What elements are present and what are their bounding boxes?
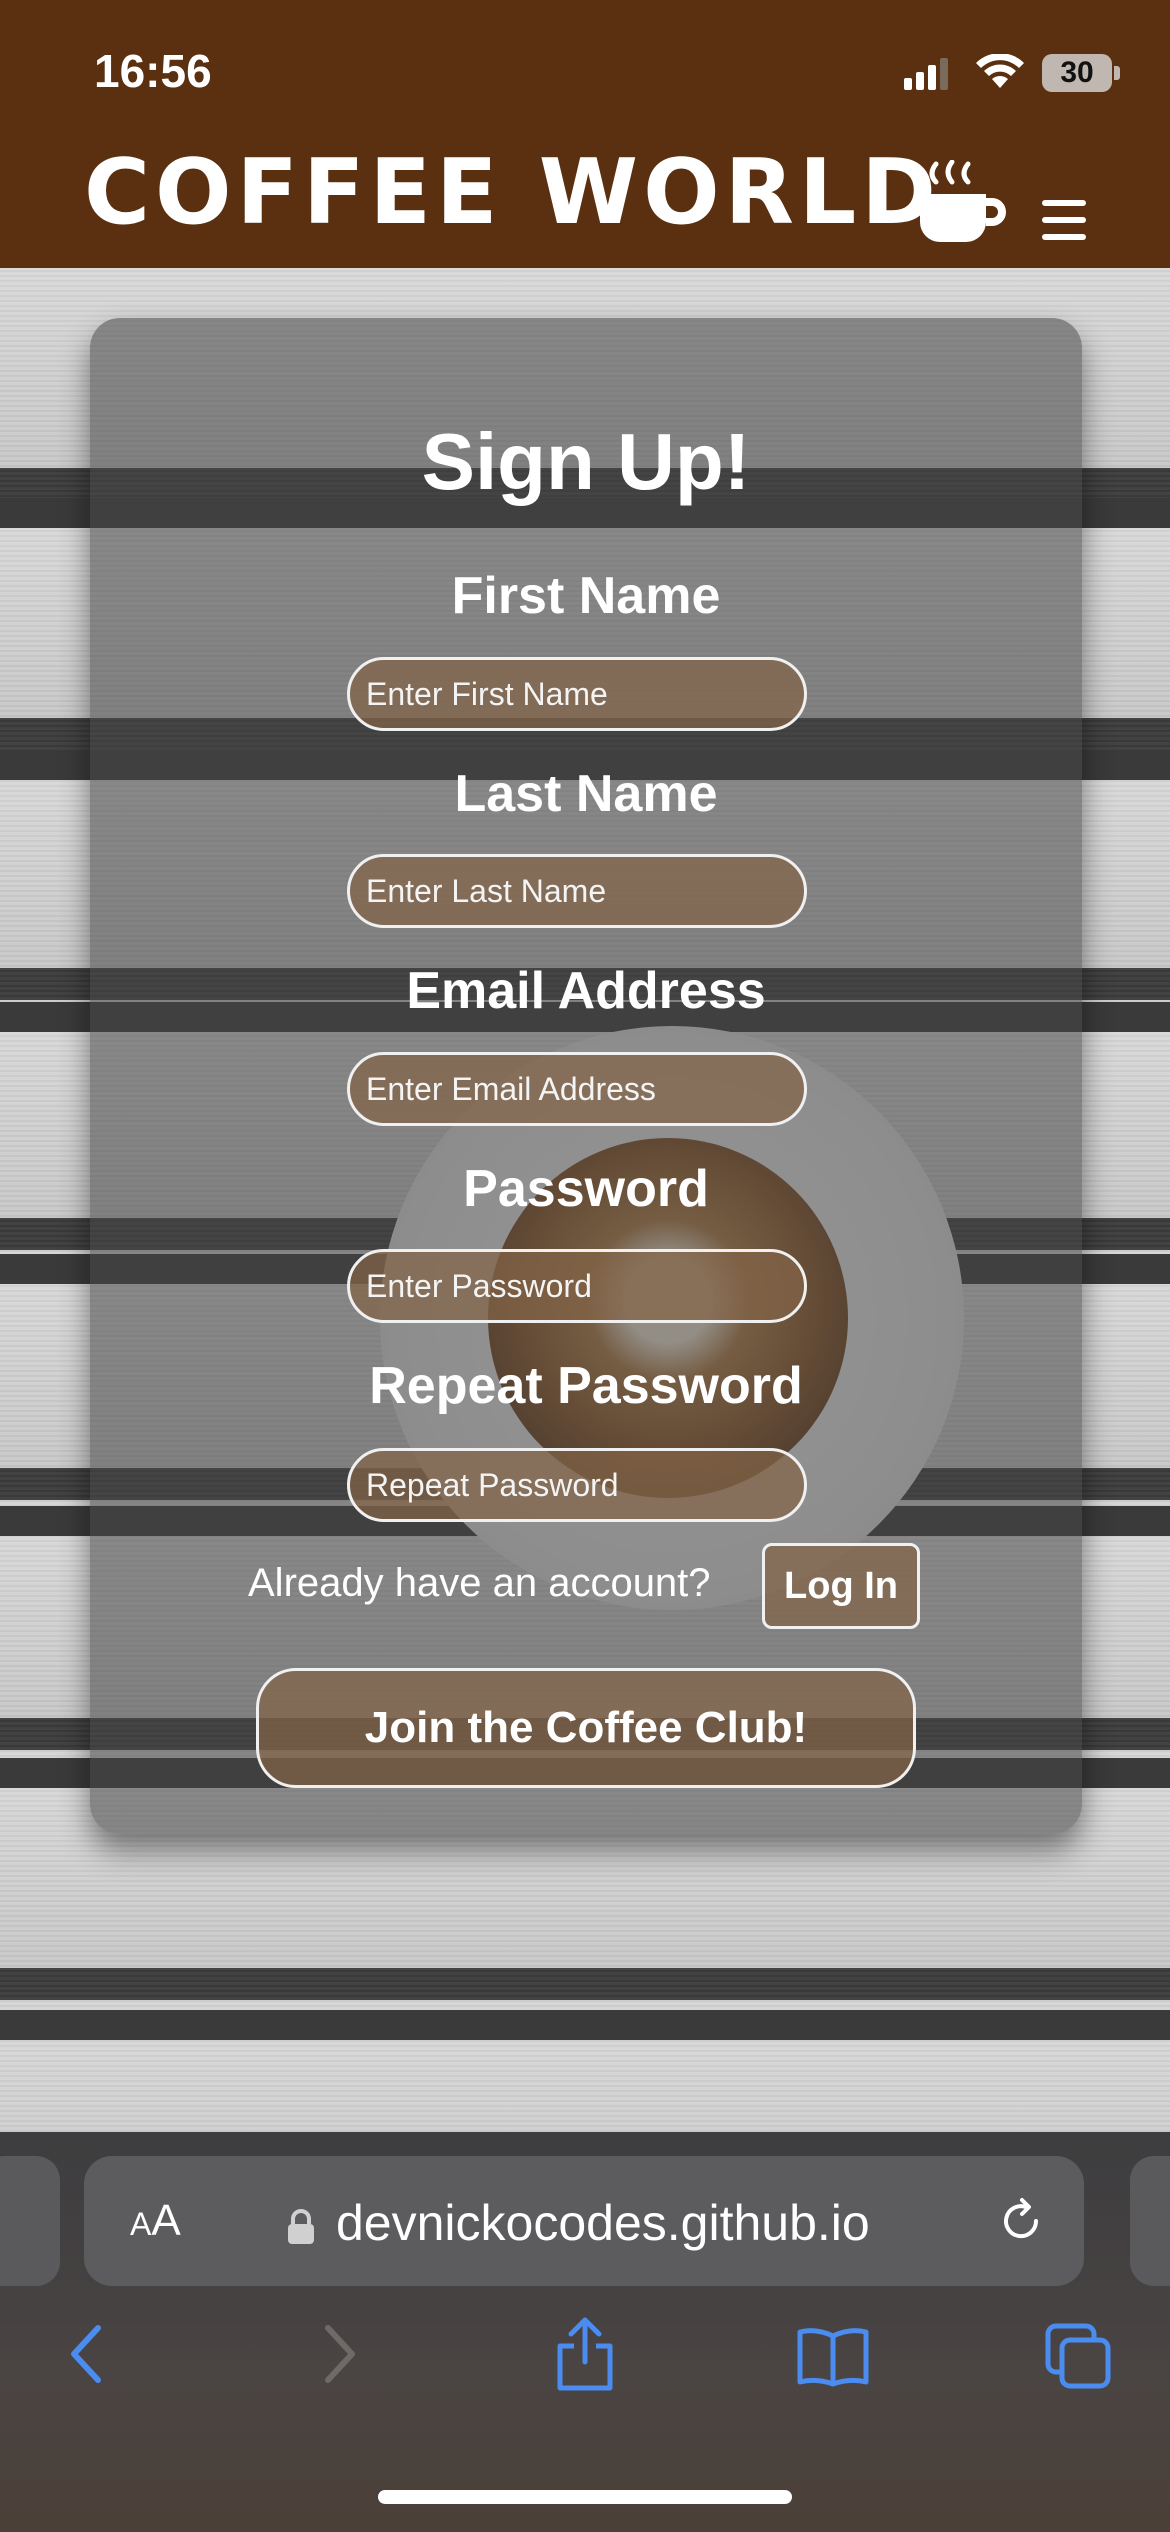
next-tab-preview[interactable] — [1130, 2156, 1170, 2286]
home-indicator — [378, 2490, 792, 2504]
address-bar[interactable]: AA devnickocodes.github.io — [84, 2156, 1084, 2286]
coffee-cup-icon — [920, 160, 1006, 242]
reload-icon[interactable] — [996, 2196, 1046, 2246]
reader-aa-small: A — [130, 2206, 152, 2242]
battery-tip — [1114, 66, 1120, 80]
brand-title[interactable]: COFFEE WORLD — [84, 148, 941, 238]
site-header: 16:56 30 COFFEE WORLD — [0, 0, 1170, 268]
password-input[interactable] — [347, 1249, 807, 1323]
signup-card: Sign Up! First Name Last Name Email Addr… — [90, 318, 1082, 1834]
browser-toolbar: AA devnickocodes.github.io — [0, 2132, 1170, 2532]
last-name-label: Last Name — [454, 765, 718, 823]
email-input[interactable] — [347, 1052, 807, 1126]
hamburger-icon[interactable] — [1042, 200, 1086, 251]
share-icon[interactable] — [554, 2314, 616, 2394]
first-name-label: First Name — [451, 567, 721, 625]
back-icon[interactable] — [66, 2322, 106, 2386]
repeat-password-input[interactable] — [347, 1448, 807, 1522]
signup-title: Sign Up! — [421, 417, 751, 506]
url-text[interactable]: devnickocodes.github.io — [336, 2194, 870, 2252]
login-button[interactable]: Log In — [762, 1543, 920, 1629]
lock-icon — [288, 2209, 314, 2244]
join-coffee-club-button[interactable]: Join the Coffee Club! — [256, 1668, 916, 1788]
battery-indicator: 30 — [1042, 54, 1112, 92]
password-label: Password — [463, 1160, 709, 1218]
wifi-icon — [976, 54, 1024, 88]
signal-icon — [904, 58, 948, 90]
plank-gap — [0, 2010, 1170, 2040]
already-account-text: Already have an account? — [248, 1561, 711, 1605]
previous-tab-preview[interactable] — [0, 2156, 60, 2286]
last-name-input[interactable] — [347, 854, 807, 928]
reader-aa-large: A — [151, 2196, 181, 2245]
email-label: Email Address — [406, 962, 766, 1020]
repeat-password-label: Repeat Password — [369, 1357, 803, 1415]
forward-icon[interactable] — [320, 2322, 360, 2386]
browser-nav-bar — [0, 2317, 1170, 2422]
reader-settings-button[interactable]: AA — [130, 2196, 181, 2246]
status-time: 16:56 — [94, 45, 212, 97]
tabs-icon[interactable] — [1044, 2322, 1114, 2392]
bookmarks-icon[interactable] — [796, 2326, 870, 2388]
first-name-input[interactable] — [347, 657, 807, 731]
